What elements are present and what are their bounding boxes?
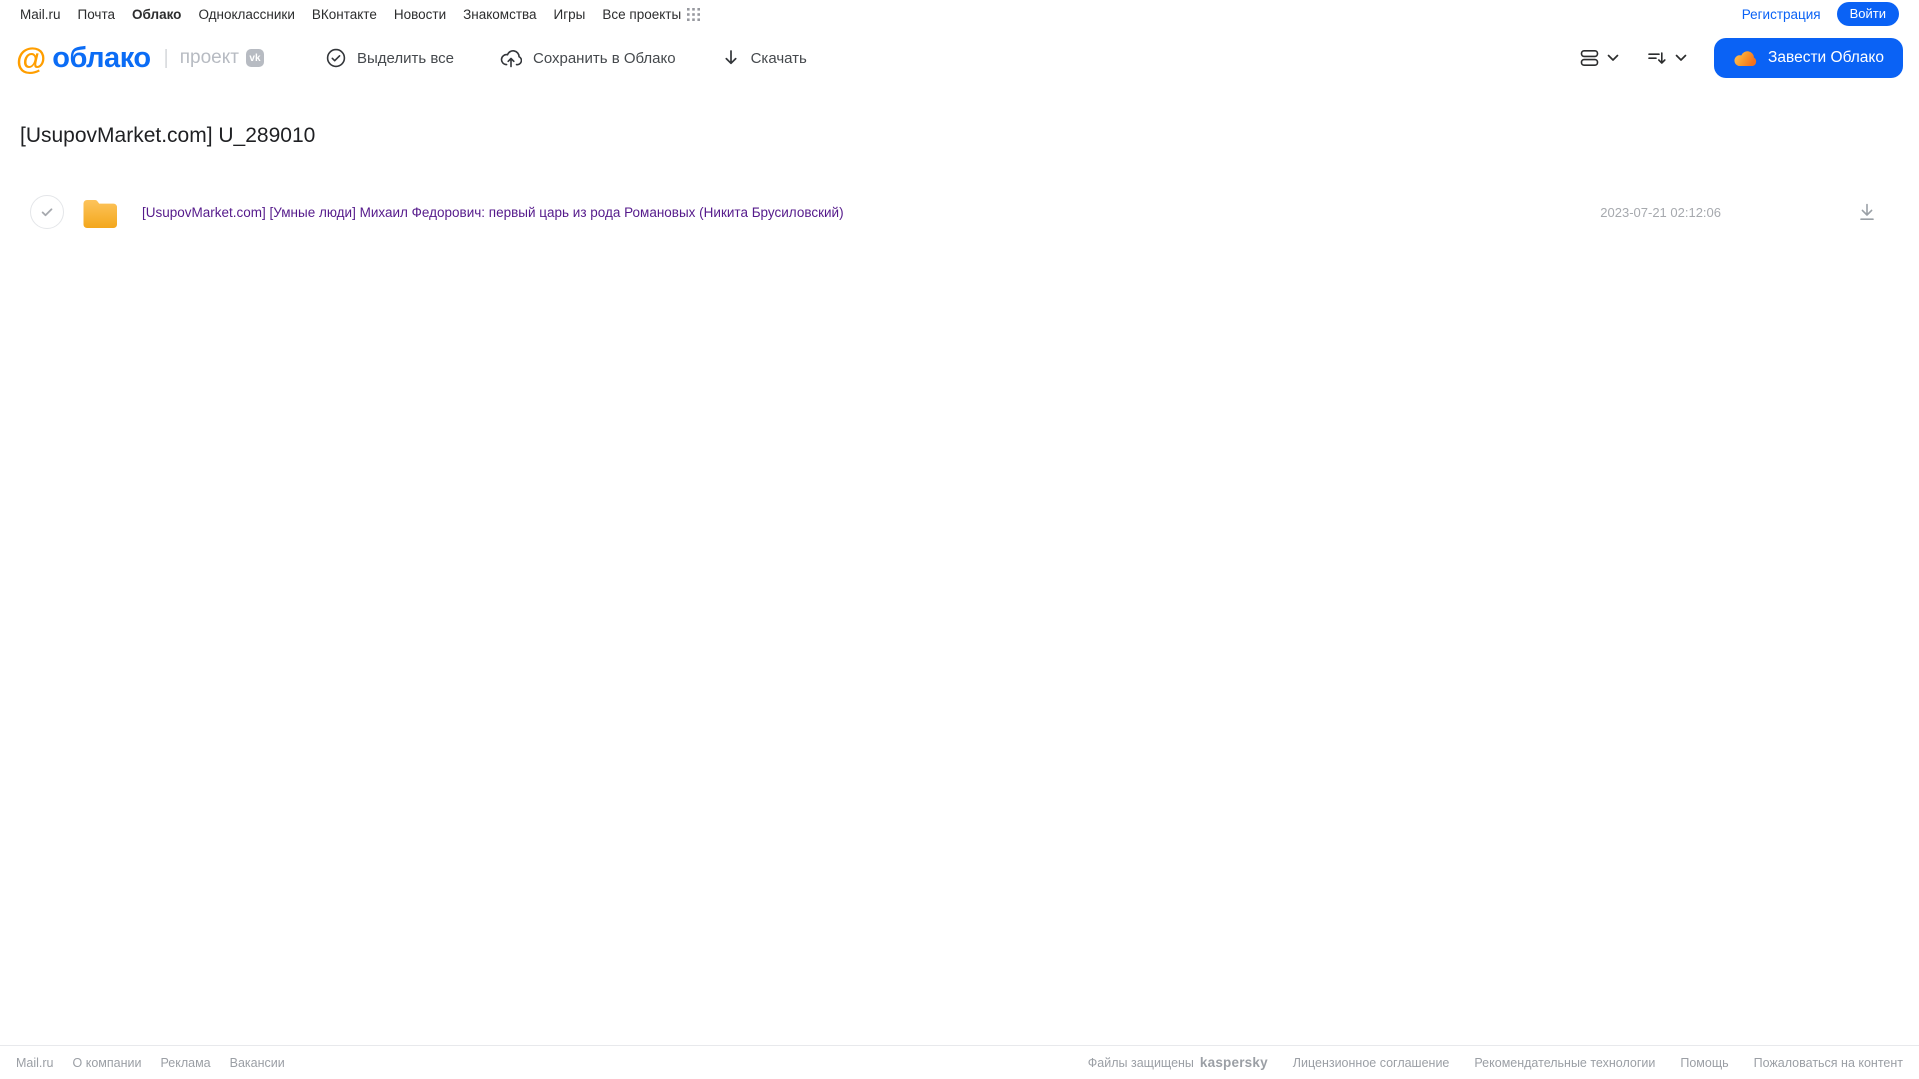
cloud-logo[interactable]: @ облако | проект vk <box>16 42 264 75</box>
footer-link-recommendations[interactable]: Рекомендательные технологии <box>1474 1056 1655 1070</box>
file-modified-date: 2023-07-21 02:12:06 <box>1600 204 1721 220</box>
list-view-icon <box>1579 48 1600 68</box>
view-mode-toggle[interactable] <box>1579 48 1619 68</box>
portal-nav-links: Mail.ru Почта Облако Одноклассники ВКонт… <box>20 6 701 22</box>
login-button[interactable]: Войти <box>1836 2 1899 26</box>
actions-toolbar: Выделить все Сохранить в Облако Скачать <box>326 48 807 68</box>
get-cloud-button[interactable]: Завести Облако <box>1714 38 1903 78</box>
file-row[interactable]: [UsupovMarket.com] [Умные люди] Михаил Ф… <box>16 190 1903 234</box>
sort-toggle[interactable] <box>1646 48 1687 68</box>
save-to-cloud-button[interactable]: Сохранить в Облако <box>500 48 676 68</box>
file-name-link[interactable]: [UsupovMarket.com] [Умные люди] Михаил Ф… <box>142 205 844 220</box>
nav-link-oblako[interactable]: Облако <box>132 7 181 22</box>
protected-label: Файлы защищены <box>1087 1055 1194 1070</box>
nav-link-novosti[interactable]: Новости <box>394 7 446 22</box>
download-arrow-icon <box>722 48 740 68</box>
project-label: проект <box>179 47 239 68</box>
cloud-logo-text: облако <box>52 41 151 74</box>
registration-link[interactable]: Регистрация <box>1742 7 1821 22</box>
select-all-label: Выделить все <box>356 49 454 67</box>
apps-grid-icon <box>687 7 701 21</box>
footer-link-report-content[interactable]: Пожаловаться на контент <box>1754 1056 1903 1070</box>
footer-link-jobs[interactable]: Вакансии <box>230 1056 285 1070</box>
all-projects-label: Все проекты <box>602 6 682 22</box>
chevron-down-icon <box>1607 54 1619 62</box>
vk-icon: vk <box>245 49 264 67</box>
nav-link-odnoklassniki[interactable]: Одноклассники <box>198 7 294 22</box>
cloud-upload-icon <box>500 48 522 68</box>
download-label: Скачать <box>750 49 807 67</box>
folder-icon <box>81 197 119 228</box>
row-download-icon[interactable] <box>1857 202 1877 222</box>
footer-link-mailru[interactable]: Mail.ru <box>16 1056 54 1070</box>
nav-link-vkontakte[interactable]: ВКонтакте <box>312 7 377 22</box>
footer-link-help[interactable]: Помощь <box>1680 1056 1728 1070</box>
kaspersky-protection: Файлы защищены kaspersky <box>1088 1055 1268 1070</box>
cloud-public-page: Mail.ru Почта Облако Одноклассники ВКонт… <box>0 0 1919 1079</box>
footer-right-links: Файлы защищены kaspersky Лицензионное со… <box>1088 1055 1903 1070</box>
nav-link-igry[interactable]: Игры <box>554 7 586 22</box>
footer-left-links: Mail.ru О компании Реклама Вакансии <box>16 1056 285 1070</box>
nav-link-znakomstva[interactable]: Знакомства <box>463 7 536 22</box>
nav-link-mailru[interactable]: Mail.ru <box>20 7 61 22</box>
select-all-button[interactable]: Выделить все <box>326 48 454 68</box>
chevron-down-icon <box>1675 54 1687 62</box>
header-right-controls: Завести Облако <box>1579 38 1903 78</box>
kaspersky-logo[interactable]: kaspersky <box>1200 1055 1268 1070</box>
check-circle-icon <box>326 48 346 68</box>
footer-link-company[interactable]: О компании <box>73 1056 142 1070</box>
mailru-at-icon: @ <box>16 40 47 76</box>
main-content: [UsupovMarket.com] U_289010 [UsupovMarke… <box>0 88 1919 1045</box>
download-button[interactable]: Скачать <box>722 48 807 68</box>
page-title: [UsupovMarket.com] U_289010 <box>20 124 316 147</box>
portal-nav: Mail.ru Почта Облако Одноклассники ВКонт… <box>0 0 1919 28</box>
footer-link-license[interactable]: Лицензионное соглашение <box>1293 1056 1450 1070</box>
logo-divider: | <box>163 46 169 69</box>
sort-icon <box>1646 48 1668 68</box>
portal-nav-auth: Регистрация Войти <box>1742 2 1899 26</box>
row-checkbox[interactable] <box>30 195 64 229</box>
page-footer: Mail.ru О компании Реклама Вакансии Файл… <box>0 1045 1919 1079</box>
cloud-header: @ облако | проект vk Выделить все Сохран… <box>0 28 1919 88</box>
get-cloud-label: Завести Облако <box>1768 49 1884 66</box>
nav-link-all-projects[interactable]: Все проекты <box>602 6 701 22</box>
save-to-cloud-label: Сохранить в Облако <box>532 49 676 67</box>
footer-link-ads[interactable]: Реклама <box>160 1056 210 1070</box>
cloud-icon <box>1733 49 1758 67</box>
nav-link-pochta[interactable]: Почта <box>78 7 116 22</box>
